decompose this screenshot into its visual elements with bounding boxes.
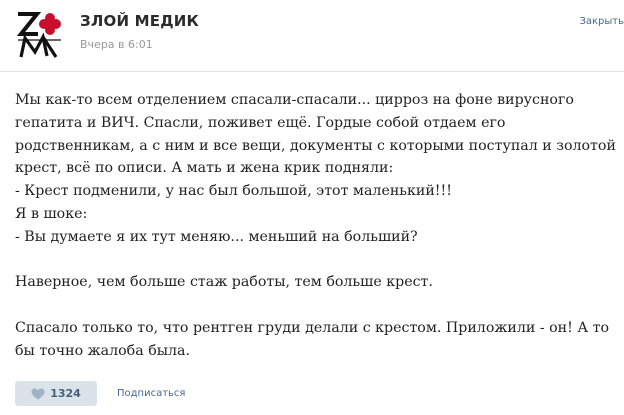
close-button[interactable]: Закрыть xyxy=(579,16,624,27)
post-text-line: Спасало только то, что рентген груди дел… xyxy=(15,319,609,336)
post-timestamp[interactable]: Вчера в 6:01 xyxy=(80,38,153,51)
post-text-line: крест, всё по описи. А мать и жена крик … xyxy=(15,160,394,177)
post-text-line: родственникам, а с ним и все вещи, докум… xyxy=(15,137,616,154)
post-text: Мы как-то всем отделением спасали-спасал… xyxy=(15,89,620,363)
post-text-line: - Крест подменили, у нас был большой, эт… xyxy=(15,183,452,200)
post-text-line: - Вы думаете я их тут меняю... меньший н… xyxy=(15,228,418,245)
post-text-line: Мы как-то всем отделением спасали-спасал… xyxy=(15,92,574,108)
like-count: 1324 xyxy=(50,387,81,400)
post-header: ЗЛОЙ МЕДИК Вчера в 6:01 Закрыть xyxy=(0,0,624,70)
post-text-line: Наверное, чем больше стаж работы, тем бо… xyxy=(15,274,433,291)
group-avatar[interactable] xyxy=(15,10,65,60)
post-text-line: Я в шоке: xyxy=(15,205,88,222)
subscribe-link[interactable]: Подписаться xyxy=(117,388,185,399)
post-text-line: бы точно жалоба была. xyxy=(15,342,191,359)
post-text-line: гепатита и ВИЧ. Спасли, поживет ещё. Гор… xyxy=(15,114,506,131)
group-name[interactable]: ЗЛОЙ МЕДИК xyxy=(80,12,199,30)
heart-icon xyxy=(31,388,45,399)
like-button[interactable]: 1324 xyxy=(15,381,97,406)
header-divider xyxy=(0,71,624,72)
zm-logo-icon xyxy=(16,12,61,58)
